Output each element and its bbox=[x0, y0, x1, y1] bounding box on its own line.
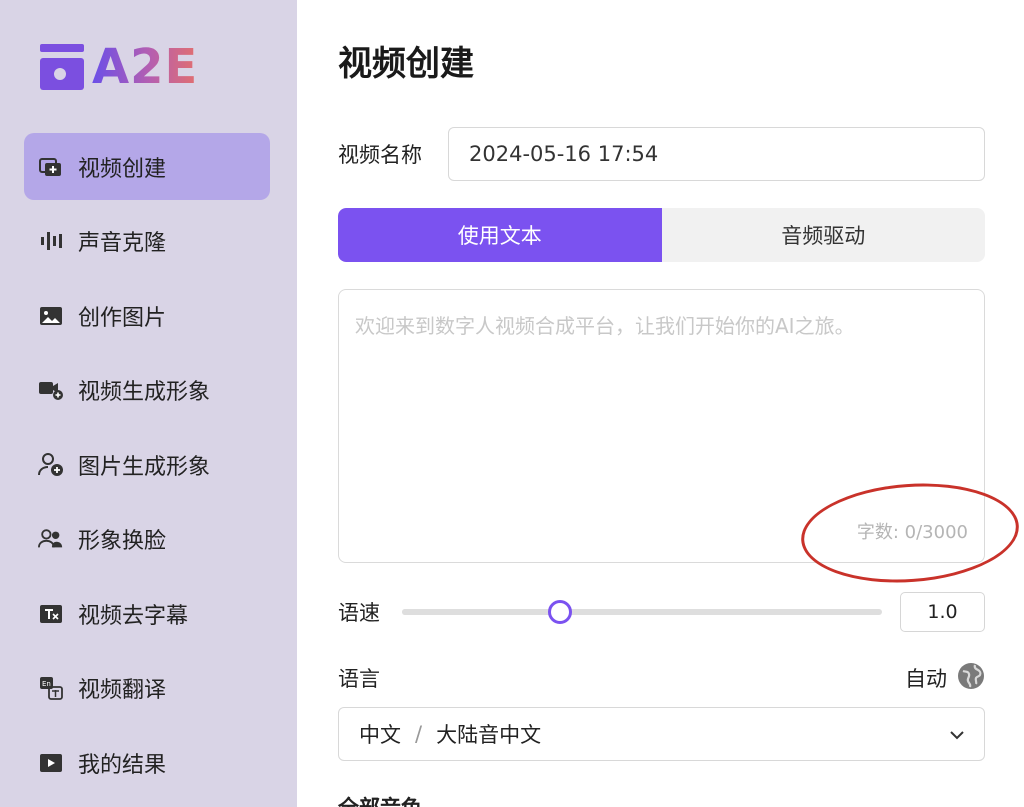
sidebar-item-video-create[interactable]: 视频创建 bbox=[24, 133, 270, 200]
auto-language-button[interactable]: 自动 bbox=[905, 662, 985, 694]
subtitle-remove-icon bbox=[38, 601, 64, 627]
sidebar-item-my-results[interactable]: 我的结果 bbox=[24, 729, 270, 796]
person-add-icon bbox=[38, 452, 64, 478]
video-name-input[interactable] bbox=[448, 127, 985, 181]
sidebar-item-voice-clone[interactable]: 声音克隆 bbox=[24, 208, 270, 275]
play-results-icon bbox=[38, 750, 64, 776]
translate-icon: En bbox=[38, 675, 64, 701]
language-label: 语言 bbox=[338, 667, 380, 691]
sidebar-item-video-avatar[interactable]: 视频生成形象 bbox=[24, 357, 270, 424]
sidebar-item-create-image[interactable]: 创作图片 bbox=[24, 282, 270, 349]
sidebar-item-remove-subtitle[interactable]: 视频去字幕 bbox=[24, 580, 270, 647]
speed-slider-fill bbox=[402, 609, 561, 615]
sidebar-item-label: 我的结果 bbox=[78, 752, 167, 778]
language-separator: / bbox=[415, 722, 423, 746]
globe-icon bbox=[957, 662, 985, 694]
face-swap-icon bbox=[38, 526, 64, 552]
speed-value-input[interactable]: 1.0 bbox=[900, 592, 985, 632]
logo[interactable]: A2E bbox=[40, 42, 198, 92]
language-row: 语言 自动 bbox=[338, 660, 985, 696]
sidebar-item-label: 形象换脸 bbox=[78, 529, 167, 554]
speed-label: 语速 bbox=[338, 601, 380, 625]
input-mode-tabs: 使用文本 音频驱动 bbox=[338, 208, 985, 262]
sidebar: A2E 视频创建 声音克隆 创作图片 视频生成形象 图片生成形象 形象换脸 视频… bbox=[0, 0, 297, 807]
sidebar-item-label: 视频生成形象 bbox=[78, 380, 211, 405]
sidebar-item-video-translate[interactable]: En 视频翻译 bbox=[24, 655, 270, 722]
selected-language: 中文 bbox=[359, 723, 401, 747]
language-select[interactable]: 中文 / 大陆音中文 bbox=[338, 707, 985, 761]
speed-slider-track[interactable] bbox=[402, 600, 882, 624]
app-window: A2E 视频创建 声音克隆 创作图片 视频生成形象 图片生成形象 形象换脸 视频… bbox=[0, 0, 1024, 807]
image-icon bbox=[38, 303, 64, 329]
sidebar-item-image-avatar[interactable]: 图片生成形象 bbox=[24, 431, 270, 498]
sidebar-item-label: 图片生成形象 bbox=[78, 454, 211, 480]
char-count: 字数: 0/3000 bbox=[856, 522, 968, 543]
voice-wave-icon bbox=[38, 228, 64, 254]
voice-section-label: 全部音色 bbox=[338, 792, 422, 807]
auto-label: 自动 bbox=[905, 667, 947, 691]
sidebar-item-face-swap[interactable]: 形象换脸 bbox=[24, 506, 270, 573]
tab-use-text[interactable]: 使用文本 bbox=[338, 208, 662, 262]
script-text-box: 字数: 0/3000 bbox=[338, 289, 985, 563]
speech-speed-row: 语速 1.0 bbox=[338, 592, 985, 632]
logo-text: A2E bbox=[92, 39, 199, 95]
chevron-down-icon bbox=[948, 725, 966, 749]
sidebar-item-label: 创作图片 bbox=[78, 305, 167, 331]
main-content: 视频创建 视频名称 使用文本 音频驱动 字数: 0/3000 语速 1.0 语言… bbox=[338, 0, 986, 807]
selected-accent: 大陆音中文 bbox=[436, 723, 542, 747]
sidebar-item-label: 视频翻译 bbox=[78, 678, 167, 703]
sidebar-item-label: 声音克隆 bbox=[78, 231, 167, 256]
video-name-row: 视频名称 bbox=[338, 127, 985, 181]
sidebar-item-label: 视频创建 bbox=[78, 156, 167, 182]
sidebar-nav: 视频创建 声音克隆 创作图片 视频生成形象 图片生成形象 形象换脸 视频去字幕 … bbox=[24, 133, 270, 804]
page-title: 视频创建 bbox=[338, 44, 474, 84]
video-create-icon bbox=[38, 154, 64, 180]
logo-mark-icon bbox=[40, 44, 88, 90]
video-name-label: 视频名称 bbox=[338, 143, 422, 167]
speed-slider-thumb[interactable] bbox=[548, 600, 573, 624]
video-avatar-icon bbox=[38, 377, 64, 403]
sidebar-item-label: 视频去字幕 bbox=[78, 603, 189, 629]
tab-audio-driven[interactable]: 音频驱动 bbox=[662, 208, 986, 262]
